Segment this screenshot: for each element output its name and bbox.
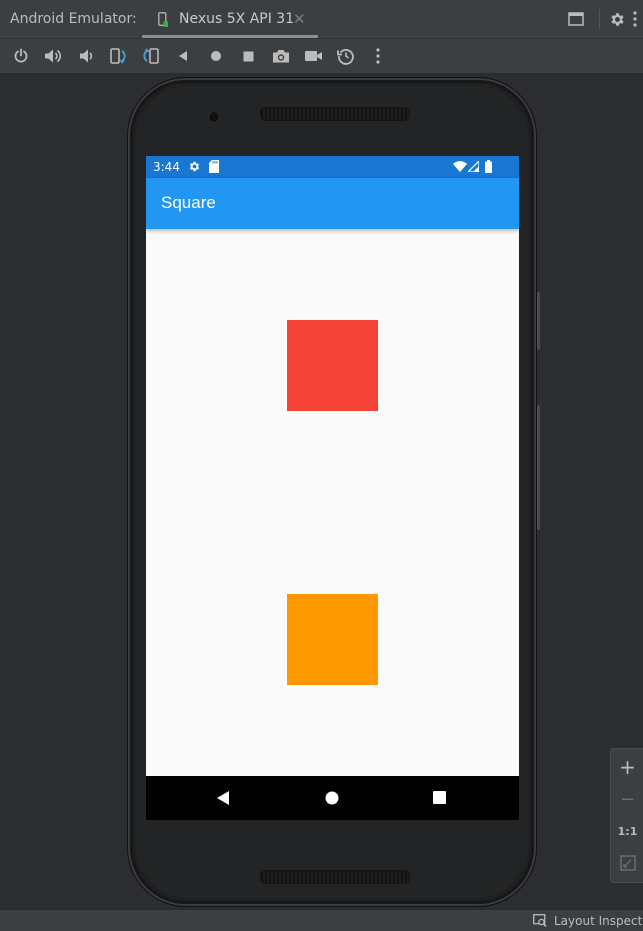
app-title: Square <box>161 193 216 212</box>
device-screen[interactable]: 3:44 Square <box>146 156 519 820</box>
more-vertical-icon <box>633 11 637 27</box>
power-icon <box>14 48 28 63</box>
overview-button[interactable] <box>236 44 260 68</box>
settings-gear-icon <box>189 161 200 172</box>
snapshot-history-icon <box>337 49 354 65</box>
app-bar: Square <box>146 178 519 229</box>
snapshots-button[interactable] <box>334 44 358 68</box>
android-status-bar: 3:44 <box>146 156 519 178</box>
ide-bottom-bar: Layout Inspector <box>0 909 643 931</box>
zoom-to-fit-button[interactable] <box>611 847 643 879</box>
more-options-button[interactable] <box>366 44 390 68</box>
status-time: 3:44 <box>153 160 180 174</box>
back-button[interactable] <box>171 44 195 68</box>
home-circle-icon <box>211 51 221 61</box>
side-power-key[interactable] <box>537 292 540 350</box>
zoom-out-button[interactable]: − <box>611 783 643 815</box>
rotate-left-icon <box>110 48 126 64</box>
zoom-fit-icon <box>619 855 636 871</box>
orange-square <box>287 594 378 685</box>
actual-size-button[interactable]: 1:1 <box>611 815 643 847</box>
screen-record-button[interactable] <box>301 44 325 68</box>
emulator-title-bar: Android Emulator: Nexus 5X API 31 ✕ <box>0 0 643 39</box>
volume-up-button[interactable] <box>41 44 65 68</box>
zoom-controls-panel: + − 1:1 <box>610 748 643 883</box>
video-camera-icon <box>304 51 322 61</box>
bottom-speaker-grille <box>260 870 410 884</box>
layout-inspector-tab[interactable]: Layout Inspector <box>554 914 643 928</box>
home-button[interactable] <box>204 44 228 68</box>
side-volume-keys[interactable] <box>537 405 540 530</box>
red-square <box>287 320 378 411</box>
title-separator <box>599 9 600 29</box>
front-camera-icon <box>208 111 220 123</box>
nav-home-icon[interactable] <box>325 791 339 805</box>
more-vertical-icon <box>376 48 380 64</box>
overview-square-icon <box>243 51 253 61</box>
zoom-in-button[interactable]: + <box>611 751 643 783</box>
top-speaker-grille <box>260 107 410 121</box>
rotate-right-icon <box>143 48 159 64</box>
tab-close-icon[interactable]: ✕ <box>293 10 306 28</box>
restore-window-button[interactable] <box>565 8 587 30</box>
active-tab-indicator <box>142 35 318 38</box>
device-tab-label: Nexus 5X API 31 <box>179 11 295 27</box>
screenshot-button[interactable] <box>269 44 293 68</box>
sd-card-icon <box>209 160 219 173</box>
camera-icon <box>273 50 289 63</box>
panel-title: Android Emulator: <box>10 11 137 27</box>
window-restore-icon <box>568 12 584 26</box>
nav-overview-icon[interactable] <box>433 791 446 804</box>
device-phone-icon <box>158 12 168 27</box>
layout-inspector-icon <box>533 914 547 927</box>
volume-down-icon <box>80 49 93 63</box>
volume-up-icon <box>45 49 61 63</box>
wifi-icon <box>453 161 467 172</box>
android-navigation-bar <box>146 776 519 820</box>
power-button[interactable] <box>9 44 33 68</box>
device-tab[interactable]: Nexus 5X API 31 ✕ <box>142 0 318 38</box>
emulator-toolbar <box>0 39 643 74</box>
rotate-left-button[interactable] <box>106 44 130 68</box>
back-triangle-icon <box>179 51 187 61</box>
gear-icon <box>610 12 624 26</box>
volume-down-button[interactable] <box>74 44 98 68</box>
battery-icon <box>485 160 492 173</box>
cell-signal-icon <box>468 161 479 172</box>
nav-back-icon[interactable] <box>215 790 231 806</box>
panel-options-button[interactable] <box>628 8 642 30</box>
rotate-right-button[interactable] <box>139 44 163 68</box>
settings-button[interactable] <box>606 8 628 30</box>
